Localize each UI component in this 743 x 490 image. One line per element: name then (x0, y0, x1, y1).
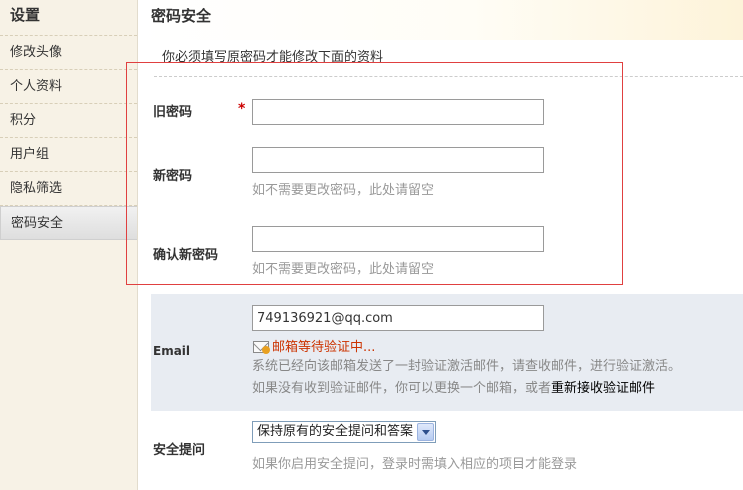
sidebar-item-usergroup[interactable]: 用户组 (0, 138, 137, 172)
security-question-select[interactable]: 保持原有的安全提问和答案 (252, 421, 437, 443)
new-password-label: 新密码 (153, 169, 193, 184)
chevron-down-icon[interactable] (417, 423, 435, 441)
email-change-desc-text: 如果没有收到验证邮件，你可以更换一个邮箱，或者 (252, 381, 552, 396)
email-pending-status: 邮箱等待验证中... (272, 340, 376, 355)
security-question-label: 安全提问 (153, 443, 206, 458)
confirm-password-input[interactable] (252, 226, 544, 252)
confirm-password-label: 确认新密码 (153, 248, 219, 263)
resend-verification-link[interactable]: 重新接收验证邮件 (551, 381, 655, 396)
old-password-label: 旧密码 (153, 105, 193, 120)
sidebar-item-profile[interactable]: 个人资料 (0, 70, 137, 104)
mail-pending-icon (253, 341, 270, 354)
page-title: 密码安全 (151, 7, 212, 25)
old-password-input[interactable] (252, 99, 544, 125)
sidebar: 设置 修改头像 个人资料 积分 用户组 隐私筛选 密码安全 (0, 0, 138, 490)
email-label: Email (153, 344, 191, 358)
new-password-hint: 如不需要更改密码，此处请留空 (252, 183, 435, 198)
email-input[interactable] (252, 305, 544, 331)
sidebar-item-credits[interactable]: 积分 (0, 104, 137, 138)
security-question-selected: 保持原有的安全提问和答案 (257, 424, 414, 439)
password-required-notice: 你必须填写原密码才能修改下面的资料 (162, 50, 384, 65)
sidebar-item-password-security[interactable]: 密码安全 (0, 206, 137, 240)
required-mark: * (238, 101, 246, 117)
security-question-hint: 如果你启用安全提问，登录时需填入相应的项目才能登录 (252, 457, 578, 472)
email-change-desc: 如果没有收到验证邮件，你可以更换一个邮箱，或者重新接收验证邮件 (252, 377, 655, 396)
email-verification-desc: 系统已经向该邮箱发送了一封验证激活邮件，请查收邮件，进行验证激活。 (252, 359, 682, 374)
sidebar-item-avatar[interactable]: 修改头像 (0, 36, 137, 70)
confirm-password-hint: 如不需要更改密码，此处请留空 (252, 262, 435, 277)
sidebar-item-privacy[interactable]: 隐私筛选 (0, 172, 137, 206)
divider (154, 76, 743, 77)
new-password-input[interactable] (252, 147, 544, 173)
sidebar-title: 设置 (0, 0, 137, 36)
